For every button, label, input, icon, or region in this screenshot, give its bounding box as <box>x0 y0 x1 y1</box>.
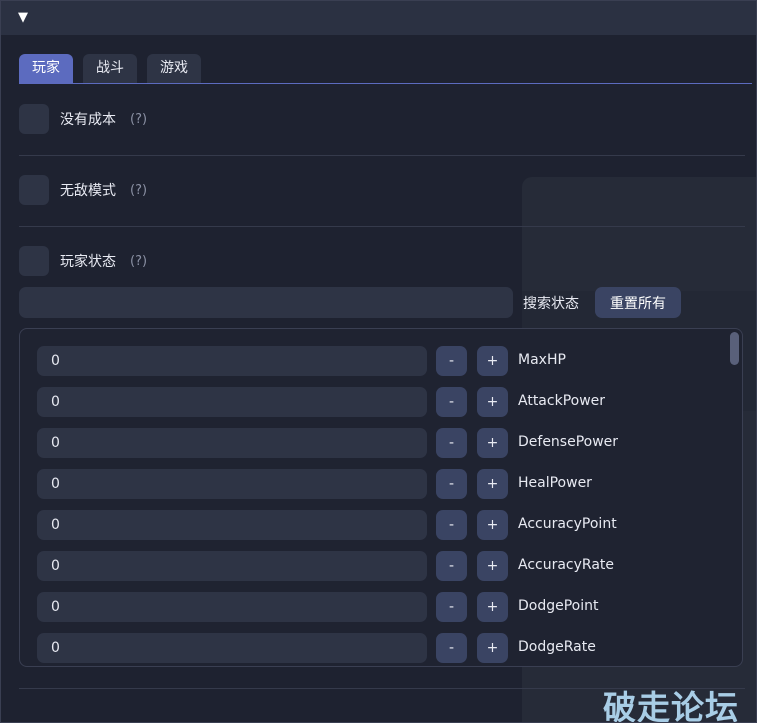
stat-value-input[interactable]: 0 <box>37 510 427 540</box>
stat-name-label: DodgePoint <box>518 598 599 614</box>
stat-value-input[interactable]: 0 <box>37 428 427 458</box>
stat-name-label: AttackPower <box>518 393 606 409</box>
collapse-arrow-icon[interactable]: ▼ <box>18 10 28 25</box>
option-no-cost: 没有成本 (?) <box>19 104 147 134</box>
god-mode-checkbox[interactable] <box>19 175 49 205</box>
decrement-button[interactable]: - <box>436 551 467 581</box>
tab-player[interactable]: 玩家 <box>19 54 73 83</box>
reset-all-button[interactable]: 重置所有 <box>595 287 681 318</box>
decrement-button[interactable]: - <box>436 346 467 376</box>
decrement-button[interactable]: - <box>436 428 467 458</box>
stat-name-label: DefensePower <box>518 434 619 450</box>
increment-button[interactable]: + <box>477 592 508 622</box>
increment-button[interactable]: + <box>477 469 508 499</box>
player-stats-checkbox[interactable] <box>19 246 49 276</box>
stat-row-dodgepoint: 0 - + DodgePoint <box>37 592 637 622</box>
decrement-button[interactable]: - <box>436 592 467 622</box>
stat-row-attackpower: 0 - + AttackPower <box>37 387 637 417</box>
player-stats-help-icon[interactable]: (?) <box>130 254 147 269</box>
search-stats-label: 搜索状态 <box>523 296 579 312</box>
no-cost-checkbox[interactable] <box>19 104 49 134</box>
stat-value-input[interactable]: 0 <box>37 469 427 499</box>
stat-name-label: MaxHP <box>518 352 566 368</box>
stat-row-healpower: 0 - + HealPower <box>37 469 637 499</box>
decrement-button[interactable]: - <box>436 387 467 417</box>
divider <box>19 226 745 227</box>
search-stats-input[interactable] <box>19 287 513 318</box>
stat-row-maxhp: 0 - + MaxHP <box>37 346 637 376</box>
trainer-window: ▼ 玩家 战斗 游戏 没有成本 (?) 无敌模式 (?) 玩家状态 (?) 搜索… <box>0 0 757 723</box>
god-mode-help-icon[interactable]: (?) <box>130 183 147 198</box>
stat-row-accuracyrate: 0 - + AccuracyRate <box>37 551 637 581</box>
increment-button[interactable]: + <box>477 633 508 663</box>
option-player-stats: 玩家状态 (?) <box>19 246 147 276</box>
tab-underline <box>19 83 752 84</box>
decrement-button[interactable]: - <box>436 633 467 663</box>
divider <box>19 155 745 156</box>
stat-name-label: AccuracyRate <box>518 557 615 573</box>
increment-button[interactable]: + <box>477 510 508 540</box>
option-god-mode: 无敌模式 (?) <box>19 175 147 205</box>
tab-bar: 玩家 战斗 游戏 <box>19 54 201 83</box>
god-mode-label: 无敌模式 <box>60 183 116 199</box>
stat-name-label: AccuracyPoint <box>518 516 617 532</box>
title-bar: ▼ <box>1 1 756 35</box>
increment-button[interactable]: + <box>477 387 508 417</box>
stat-row-defensepower: 0 - + DefensePower <box>37 428 637 458</box>
tab-game[interactable]: 游戏 <box>147 54 201 83</box>
increment-button[interactable]: + <box>477 428 508 458</box>
no-cost-help-icon[interactable]: (?) <box>130 112 147 127</box>
player-stats-label: 玩家状态 <box>60 254 116 270</box>
increment-button[interactable]: + <box>477 346 508 376</box>
forum-watermark: 破走论坛 <box>603 688 739 723</box>
stat-row-accuracypoint: 0 - + AccuracyPoint <box>37 510 637 540</box>
decrement-button[interactable]: - <box>436 510 467 540</box>
increment-button[interactable]: + <box>477 551 508 581</box>
stat-name-label: DodgeRate <box>518 639 596 655</box>
no-cost-label: 没有成本 <box>60 112 116 128</box>
stat-row-dodgerate: 0 - + DodgeRate <box>37 633 637 663</box>
stat-name-label: HealPower <box>518 475 592 491</box>
stat-value-input[interactable]: 0 <box>37 592 427 622</box>
stats-list-scrollbar[interactable] <box>730 332 739 365</box>
decrement-button[interactable]: - <box>436 469 467 499</box>
stat-value-input[interactable]: 0 <box>37 387 427 417</box>
tab-combat[interactable]: 战斗 <box>83 54 137 83</box>
stat-value-input[interactable]: 0 <box>37 346 427 376</box>
stat-value-input[interactable]: 0 <box>37 633 427 663</box>
stat-value-input[interactable]: 0 <box>37 551 427 581</box>
